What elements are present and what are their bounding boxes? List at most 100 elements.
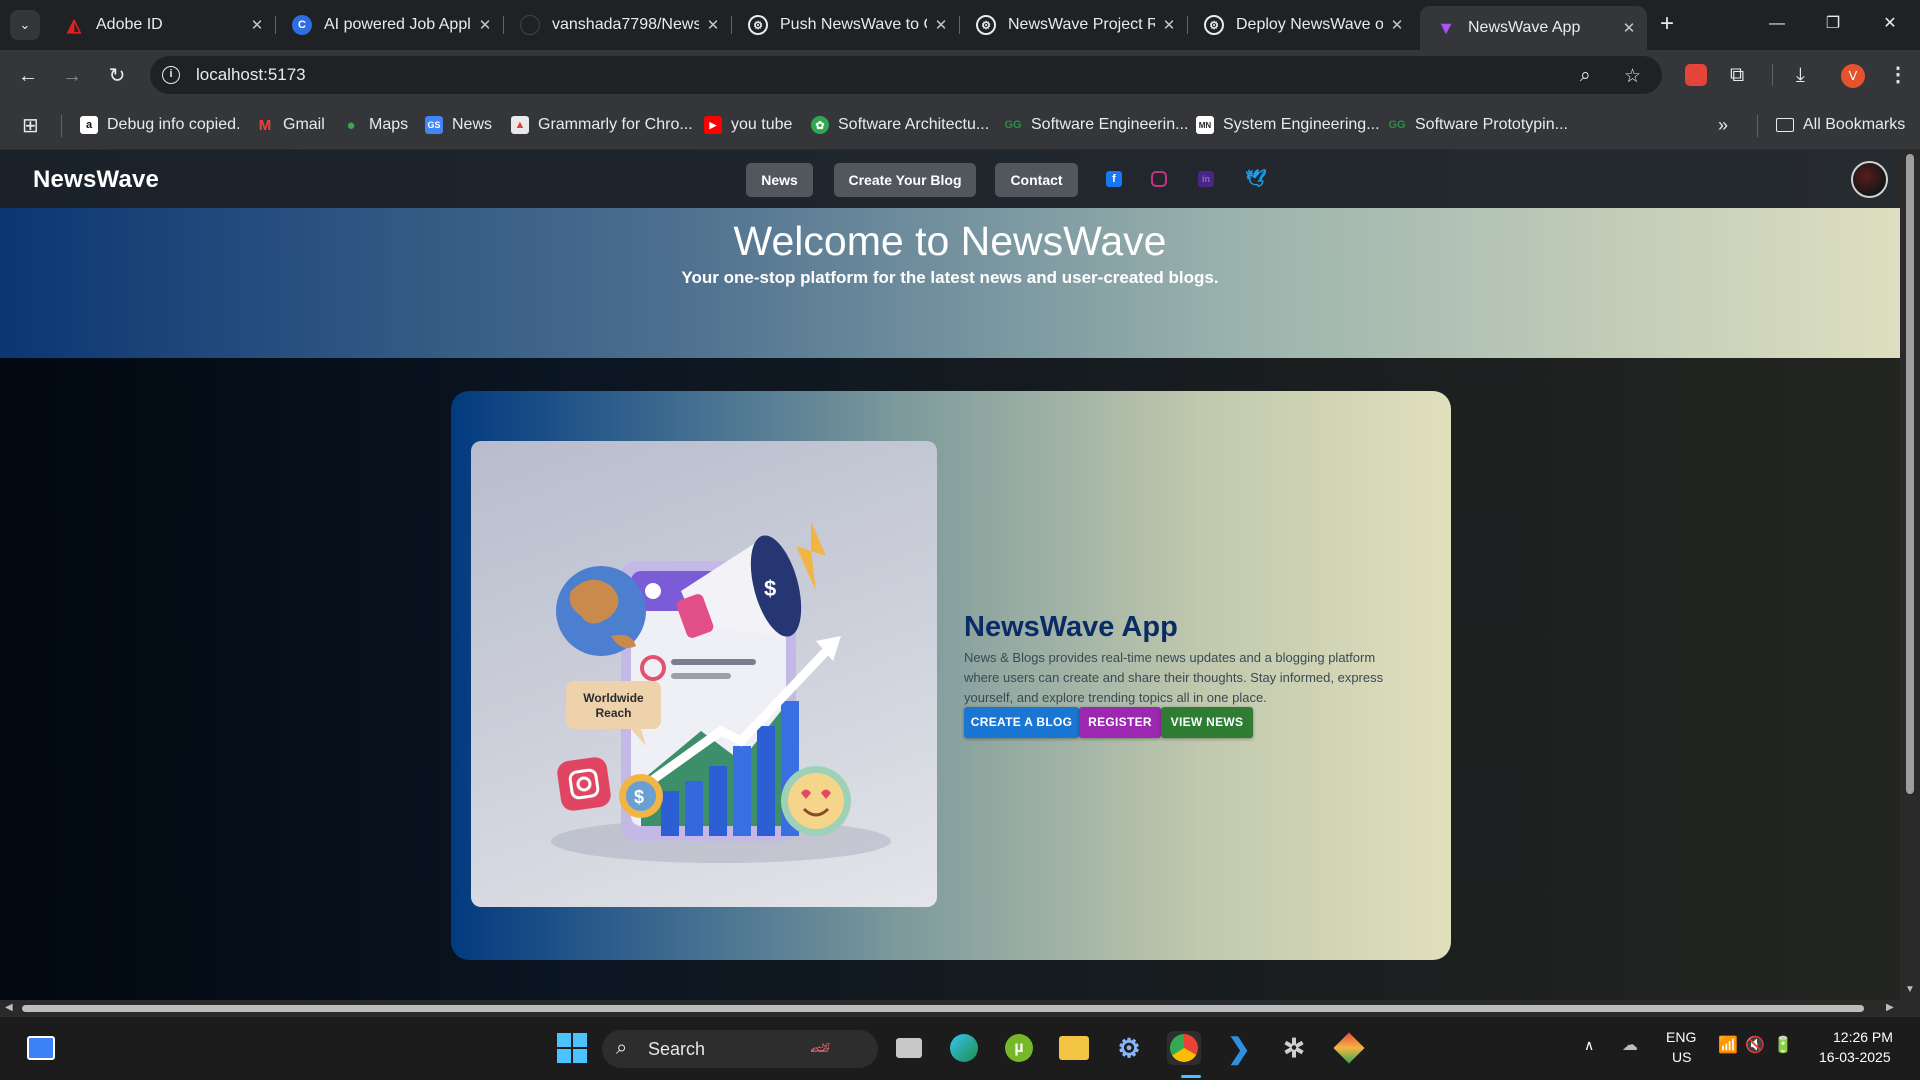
tab-project-readme[interactable]: ⚙ NewsWave Project Re ✕ bbox=[960, 6, 1187, 44]
close-icon[interactable]: ✕ bbox=[243, 16, 271, 34]
bookmark-star-icon[interactable]: ☆ bbox=[1624, 65, 1641, 88]
scroll-down-arrow-icon[interactable]: ▼ bbox=[1905, 984, 1915, 995]
bookmark-system-engineering[interactable]: MN System Engineering... bbox=[1196, 114, 1380, 136]
marketing-illustration: $ $ Worldwide Reach bbox=[471, 441, 937, 907]
view-news-button[interactable]: VIEW NEWS bbox=[1161, 707, 1253, 738]
wifi-icon[interactable]: 📶 bbox=[1718, 1035, 1738, 1055]
git-tool-icon[interactable] bbox=[1332, 1031, 1366, 1065]
create-blog-button[interactable]: CREATE A BLOG bbox=[964, 707, 1079, 738]
address-text[interactable]: localhost:5173 bbox=[196, 65, 306, 85]
address-bar[interactable]: i localhost:5173 ⌕ ☆ bbox=[150, 56, 1662, 94]
battery-icon[interactable]: 🔋 bbox=[1773, 1035, 1793, 1055]
close-icon[interactable]: ✕ bbox=[471, 16, 499, 34]
bookmark-grammarly[interactable]: ▲ Grammarly for Chro... bbox=[511, 114, 693, 136]
minimize-icon[interactable]: — bbox=[1757, 8, 1797, 40]
extension-red-icon[interactable] bbox=[1685, 64, 1707, 86]
register-button[interactable]: REGISTER bbox=[1079, 707, 1161, 738]
tab-push-newswave[interactable]: ⚙ Push NewsWave to G ✕ bbox=[732, 6, 959, 44]
user-avatar[interactable] bbox=[1851, 161, 1888, 198]
tab-newswave-app[interactable]: ▼ NewsWave App ✕ bbox=[1420, 6, 1647, 50]
utorrent-icon[interactable]: µ bbox=[1002, 1031, 1036, 1065]
vscode-icon[interactable]: ❯ bbox=[1222, 1031, 1256, 1065]
new-tab-button[interactable]: + bbox=[1652, 10, 1682, 40]
app-intro-card: $ $ Worldwide Reach NewsWave App News & … bbox=[451, 391, 1451, 960]
language-us[interactable]: US bbox=[1672, 1049, 1691, 1065]
tab-github[interactable]: vanshada7798/News ✕ bbox=[504, 6, 731, 44]
scroll-right-arrow-icon[interactable]: ▶ bbox=[1886, 1002, 1894, 1013]
vertical-scrollbar[interactable]: ▼ bbox=[1900, 150, 1920, 1000]
extensions-puzzle-icon[interactable]: ⧉ bbox=[1730, 64, 1744, 86]
doc-icon: MN bbox=[1196, 116, 1214, 134]
tab-strip: ⌄ ◭ Adobe ID ✕ C AI powered Job Appl ✕ v… bbox=[0, 0, 1920, 50]
widgets-icon[interactable] bbox=[24, 1031, 58, 1065]
card-title: NewsWave App bbox=[964, 611, 1178, 643]
back-icon[interactable]: ← bbox=[12, 60, 44, 92]
all-bookmarks-button[interactable]: All Bookmarks bbox=[1776, 114, 1905, 136]
close-icon[interactable]: ✕ bbox=[927, 16, 955, 34]
language-eng[interactable]: ENG bbox=[1666, 1029, 1696, 1045]
nav-news-button[interactable]: News bbox=[746, 163, 813, 197]
clock-time[interactable]: 12:26 PM bbox=[1833, 1029, 1893, 1045]
gmail-icon: M bbox=[258, 116, 272, 134]
close-icon[interactable]: ✕ bbox=[1615, 19, 1643, 37]
instagram-icon[interactable] bbox=[1151, 171, 1167, 187]
close-icon[interactable]: ✕ bbox=[1383, 16, 1411, 34]
edge-icon[interactable] bbox=[947, 1031, 981, 1065]
zoom-icon[interactable]: ⌕ bbox=[1580, 65, 1591, 87]
tab-deploy-newswave[interactable]: ⚙ Deploy NewsWave o ✕ bbox=[1188, 6, 1415, 44]
tab-job-app[interactable]: C AI powered Job Appl ✕ bbox=[276, 6, 503, 44]
apps-grid-icon[interactable]: ⊞ bbox=[22, 114, 39, 137]
tab-title: NewsWave Project Re bbox=[1008, 16, 1155, 33]
more-bookmarks-chevron-icon[interactable]: » bbox=[1718, 114, 1728, 136]
bookmark-maps[interactable]: ● Maps bbox=[342, 114, 408, 136]
bookmark-software-architecture[interactable]: ✿ Software Architectu... bbox=[811, 114, 989, 136]
clock-date[interactable]: 16-03-2025 bbox=[1819, 1049, 1891, 1065]
menu-kebab-icon[interactable]: ⋮ bbox=[1888, 64, 1908, 86]
bookmark-youtube[interactable]: ▶ you tube bbox=[704, 114, 792, 136]
close-icon[interactable]: ✕ bbox=[1155, 16, 1183, 34]
search-highlight-icon: 🏎 bbox=[810, 1040, 831, 1057]
close-icon[interactable]: ✕ bbox=[699, 16, 727, 34]
file-explorer-icon[interactable] bbox=[1057, 1031, 1091, 1065]
bookmark-software-prototyping[interactable]: GG Software Prototypin... bbox=[1388, 114, 1568, 136]
facebook-icon[interactable]: f bbox=[1106, 171, 1122, 187]
bookmark-gmail[interactable]: M Gmail bbox=[256, 114, 325, 136]
tab-title: AI powered Job Appl bbox=[324, 16, 471, 33]
nav-create-blog-button[interactable]: Create Your Blog bbox=[834, 163, 976, 197]
google-news-icon: GS bbox=[425, 116, 443, 134]
onedrive-offline-icon[interactable]: ☁ bbox=[1622, 1035, 1638, 1055]
window-close-icon[interactable]: ✕ bbox=[1870, 8, 1910, 40]
chrome-icon[interactable] bbox=[1167, 1031, 1201, 1065]
site-navbar: NewsWave News Create Your Blog Contact f… bbox=[0, 150, 1900, 208]
twitter-icon[interactable]: 🕊 bbox=[1245, 170, 1267, 187]
vite-icon: ▼ bbox=[1437, 17, 1455, 38]
chatgpt-icon: ⚙ bbox=[976, 15, 996, 35]
reload-icon[interactable]: ↻ bbox=[101, 60, 133, 92]
bookmark-debug-info[interactable]: a Debug info copied. bbox=[80, 114, 240, 136]
bookmark-software-engineering[interactable]: GG Software Engineerin... bbox=[1004, 114, 1188, 136]
taskbar-search-box[interactable]: ⌕ Search 🏎 bbox=[602, 1030, 878, 1068]
download-icon[interactable]: ⤓ bbox=[1796, 64, 1805, 86]
site-info-icon[interactable]: i bbox=[162, 66, 180, 84]
scroll-left-arrow-icon[interactable]: ◀ bbox=[5, 1002, 13, 1013]
profile-avatar[interactable]: V bbox=[1841, 64, 1865, 88]
tray-overflow-chevron-icon[interactable]: ∧ bbox=[1584, 1037, 1594, 1054]
horizontal-scroll-thumb[interactable] bbox=[22, 1005, 1864, 1012]
vertical-scroll-thumb[interactable] bbox=[1906, 154, 1914, 794]
nav-contact-button[interactable]: Contact bbox=[995, 163, 1078, 197]
settings-icon[interactable]: ⚙ bbox=[1112, 1031, 1146, 1065]
task-view-icon[interactable] bbox=[892, 1031, 926, 1065]
bookmark-news[interactable]: GS News bbox=[425, 114, 492, 136]
windows-start-icon[interactable] bbox=[555, 1031, 589, 1065]
linkedin-icon[interactable]: in bbox=[1198, 171, 1214, 187]
volume-muted-icon[interactable]: 🔇 bbox=[1745, 1035, 1765, 1055]
system-settings-icon[interactable]: ✲ bbox=[1277, 1031, 1311, 1065]
restore-icon[interactable]: ❐ bbox=[1813, 8, 1853, 40]
tab-adobe-id[interactable]: ◭ Adobe ID ✕ bbox=[48, 6, 275, 44]
forward-icon[interactable]: → bbox=[56, 60, 88, 92]
site-brand[interactable]: NewsWave bbox=[33, 166, 159, 194]
worldwide-reach-label: Worldwide Reach bbox=[583, 691, 644, 720]
youtube-icon: ▶ bbox=[704, 116, 722, 134]
horizontal-scrollbar[interactable]: ◀ ▶ bbox=[0, 1000, 1920, 1016]
tab-search-button[interactable]: ⌄ bbox=[10, 10, 40, 40]
